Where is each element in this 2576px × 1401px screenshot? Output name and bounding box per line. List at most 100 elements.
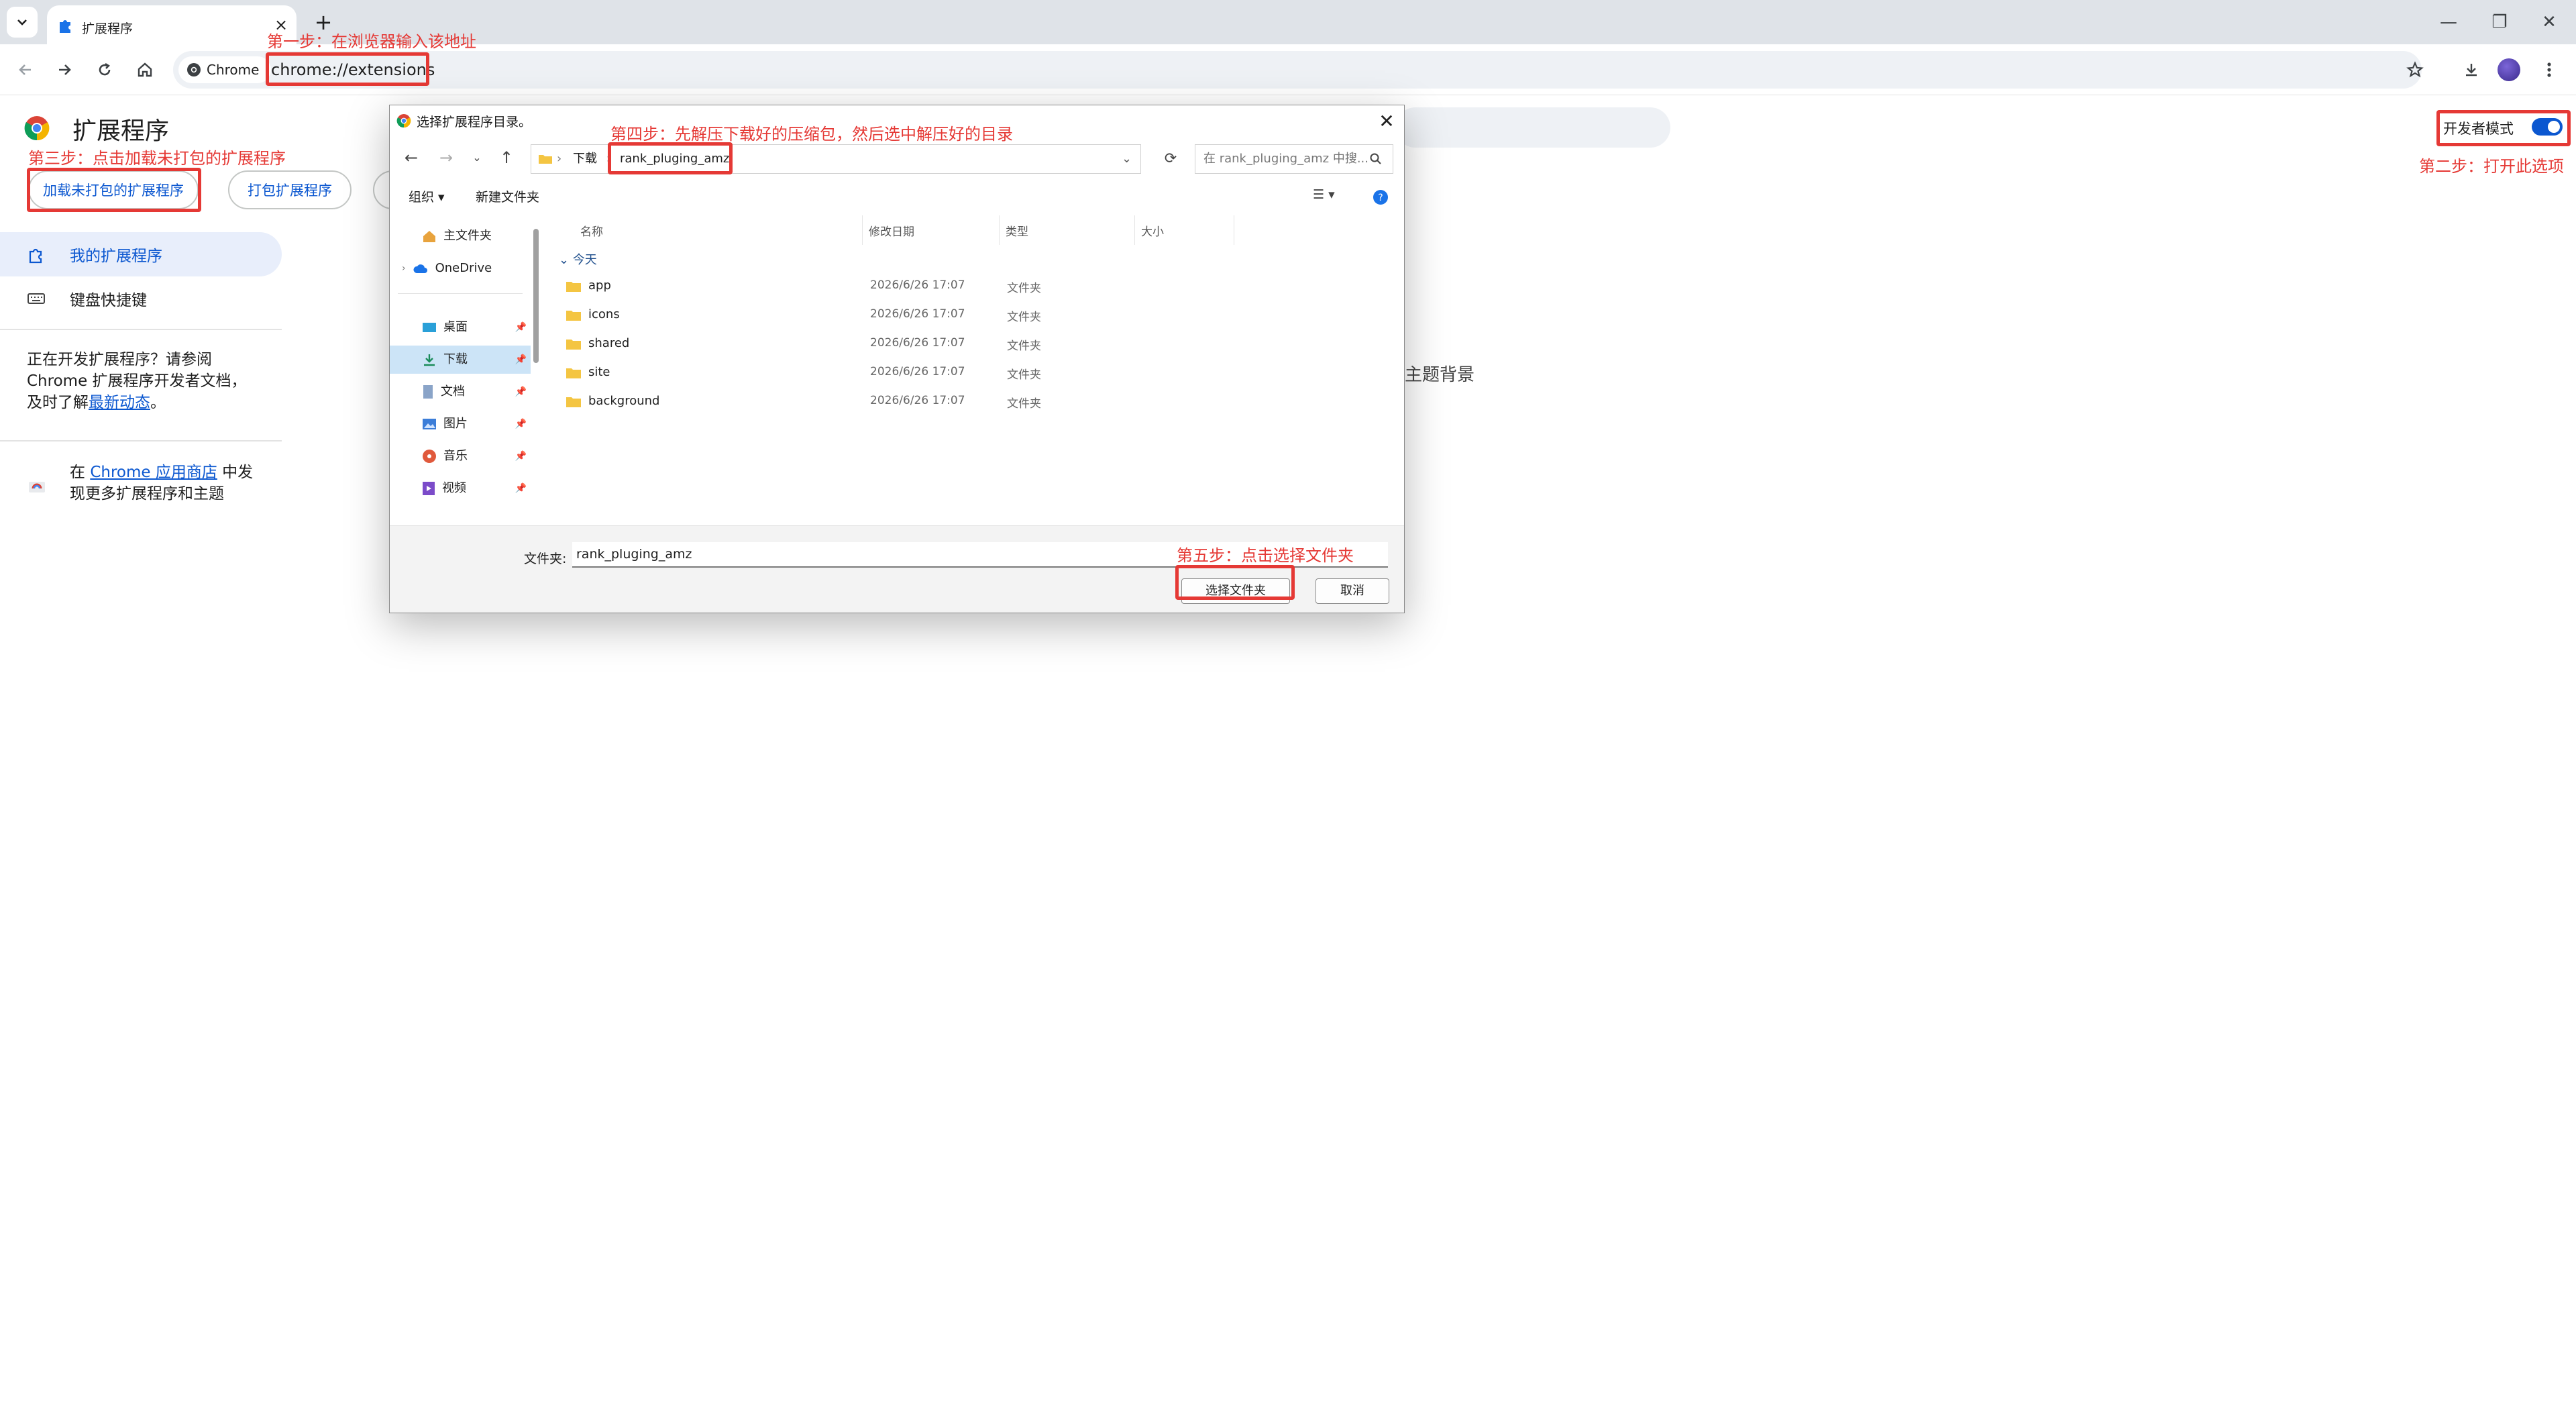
recent-locations-button[interactable]: ⌄ (464, 144, 490, 171)
dialog-back-button[interactable]: ← (398, 144, 425, 171)
column-type[interactable]: 类型 (1006, 222, 1028, 239)
dialog-forward-button[interactable]: → (433, 144, 460, 171)
nav-scrollbar[interactable] (533, 229, 539, 363)
site-info-chip[interactable]: Chrome (178, 56, 271, 83)
column-divider (999, 215, 1000, 245)
annotation-step-1: 第一步：在浏览器输入该地址 (267, 32, 476, 51)
file-row[interactable]: site 2026/6/26 17:07 文件夹 (545, 360, 1397, 388)
profile-button[interactable] (2491, 52, 2526, 87)
more-vertical-icon (2547, 62, 2551, 77)
sidebar-item-keyboard-shortcuts[interactable]: 键盘快捷键 (27, 287, 147, 310)
nav-desktop[interactable]: 桌面 📌 (390, 313, 531, 342)
web-store-icon (29, 482, 45, 492)
folder-icon (566, 282, 581, 292)
restore-button[interactable]: ❐ (2479, 7, 2520, 38)
page-title: 扩展程序 (72, 117, 170, 145)
folder-icon (566, 397, 581, 407)
folder-icon (539, 155, 552, 164)
desktop-icon (423, 323, 436, 332)
nav-pictures[interactable]: 图片 📌 (390, 410, 531, 438)
home-icon (138, 62, 152, 77)
bookmark-button[interactable] (2398, 52, 2432, 87)
column-size[interactable]: 大小 (1141, 222, 1164, 239)
view-options-icon[interactable]: ☰ ▾ (1313, 187, 1335, 202)
column-name[interactable]: 名称 (580, 222, 603, 239)
breadcrumb-downloads[interactable]: 下载 (573, 145, 597, 173)
arrow-left-icon (19, 64, 31, 75)
arrow-right-icon (59, 64, 71, 75)
annotation-box-breadcrumb (608, 142, 733, 174)
nav-music[interactable]: 音乐 📌 (390, 442, 531, 470)
music-icon (423, 450, 436, 463)
dialog-search-input[interactable]: 在 rank_pluging_amz 中搜... (1195, 144, 1393, 174)
star-icon (2406, 61, 2424, 78)
refresh-button[interactable]: ⟳ (1157, 146, 1184, 172)
dialog-close-button[interactable]: ✕ (1373, 108, 1400, 135)
pin-icon: 📌 (515, 386, 527, 397)
folder-field-label: 文件夹: (524, 552, 567, 566)
help-icon[interactable]: ? (1372, 189, 1389, 206)
home-icon (423, 231, 435, 242)
file-row[interactable]: icons 2026/6/26 17:07 文件夹 (545, 302, 1397, 330)
theme-background-text: 主题背景 (1405, 365, 1475, 385)
chevron-down-icon: ⌄ (559, 253, 573, 267)
tab-title: 扩展程序 (82, 21, 133, 36)
file-row[interactable]: background 2026/6/26 17:07 文件夹 (545, 388, 1397, 417)
downloads-button[interactable] (2454, 52, 2489, 87)
column-date[interactable]: 修改日期 (869, 222, 914, 239)
expand-chevron-icon: › (402, 263, 406, 274)
address-bar[interactable]: Chrome chrome://extensions (173, 51, 2422, 89)
select-folder-dialog: 选择扩展程序目录。 ✕ ← → ⌄ ↑ › 下载 › rank_pluging_… (389, 105, 1405, 613)
chrome-logo-icon (24, 116, 50, 141)
dialog-up-button[interactable]: ↑ (493, 144, 520, 171)
sidebar-item-my-extensions-row[interactable]: 我的扩展程序 (27, 243, 162, 266)
chevron-down-icon (17, 19, 27, 25)
address-dropdown-icon[interactable]: ⌄ (1122, 145, 1132, 173)
organize-button[interactable]: 组织 ▾ (409, 187, 445, 205)
forward-button[interactable] (47, 52, 82, 87)
nav-onedrive[interactable]: › OneDrive (390, 254, 531, 282)
dialog-command-bar: 组织 ▾ 新建文件夹 ☰ ▾ ? (390, 180, 1404, 215)
pin-icon: 📌 (515, 419, 527, 429)
group-header-today[interactable]: ⌄ 今天 (559, 250, 597, 268)
minimize-button[interactable]: — (2428, 7, 2469, 38)
cloud-icon (413, 264, 427, 273)
tab-search-button[interactable] (7, 7, 38, 38)
nav-documents[interactable]: 文档 📌 (390, 378, 531, 406)
site-chip-label: Chrome (207, 62, 260, 78)
home-button[interactable] (127, 52, 162, 87)
video-icon (423, 482, 435, 495)
annotation-box-load-unpacked (27, 168, 201, 212)
picture-icon (423, 419, 436, 429)
reload-button[interactable] (87, 52, 122, 87)
tab-extensions[interactable]: 扩展程序 × (47, 5, 297, 44)
pin-icon: 📌 (515, 451, 527, 462)
nav-downloads[interactable]: 下载 📌 (390, 346, 531, 374)
nav-videos[interactable]: 视频 📌 (390, 474, 531, 503)
pack-extension-button[interactable]: 打包扩展程序 (228, 170, 352, 209)
chrome-logo-icon (396, 114, 411, 128)
navigation-pane: 主文件夹 › OneDrive 桌面📌 下载📌 文档📌 图片📌 音乐📌 (390, 215, 544, 525)
sidebar-item-label: 我的扩展程序 (70, 248, 162, 265)
folder-icon (566, 368, 581, 378)
file-row[interactable]: shared 2026/6/26 17:07 文件夹 (545, 331, 1397, 359)
extension-search-input[interactable] (1395, 107, 1670, 148)
new-folder-button[interactable]: 新建文件夹 (476, 187, 539, 205)
breadcrumb-separator: › (557, 152, 562, 166)
cancel-button[interactable]: 取消 (1316, 578, 1389, 604)
column-divider (1134, 215, 1135, 245)
annotation-step-2: 第二步：打开此选项 (2419, 157, 2564, 176)
sidebar-divider (0, 329, 282, 330)
latest-news-link[interactable]: 最新动态 (89, 394, 150, 411)
back-button[interactable] (8, 52, 43, 87)
web-store-link[interactable]: Chrome 应用商店 (90, 464, 217, 481)
web-store-note: 在 Chrome 应用商店 中发 现更多扩展程序和主题 (70, 464, 254, 503)
nav-home[interactable]: 主文件夹 (390, 222, 531, 250)
chrome-logo-icon (187, 63, 201, 76)
window-close-button[interactable]: ✕ (2529, 7, 2569, 38)
nav-divider (398, 293, 523, 294)
reload-icon (99, 62, 111, 76)
menu-button[interactable] (2532, 52, 2567, 87)
annotation-box-select-folder (1175, 565, 1295, 600)
file-row[interactable]: app 2026/6/26 17:07 文件夹 (545, 273, 1397, 301)
